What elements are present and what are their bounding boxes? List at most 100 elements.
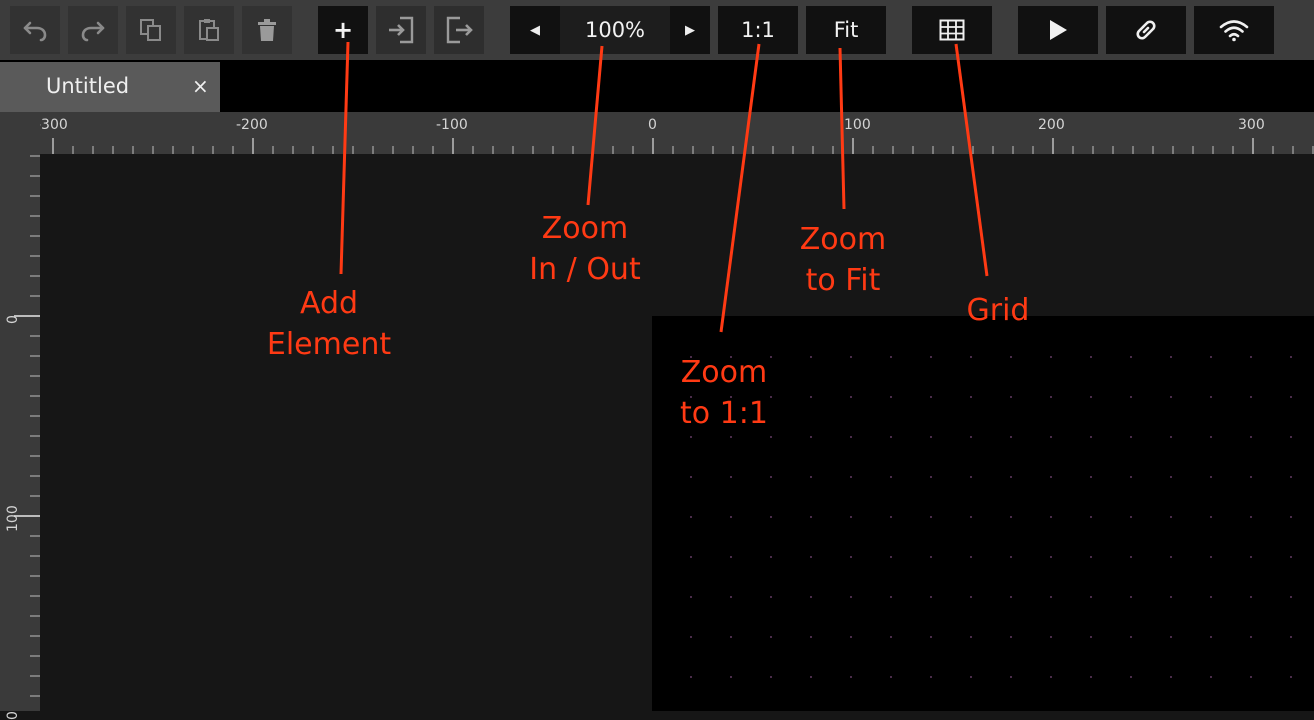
link-button[interactable] xyxy=(1106,6,1186,54)
redo-button[interactable] xyxy=(68,6,118,54)
add-element-button[interactable]: + xyxy=(318,6,368,54)
close-icon[interactable]: × xyxy=(192,74,209,98)
grid-dot xyxy=(1170,396,1172,398)
grid-dot xyxy=(730,436,732,438)
grid-dot xyxy=(810,436,812,438)
ruler-label: 200 xyxy=(1038,117,1065,133)
grid-dot xyxy=(930,356,932,358)
grid-dot xyxy=(970,596,972,598)
grid-dot xyxy=(850,476,852,478)
grid-dot xyxy=(810,596,812,598)
grid-dot xyxy=(1250,436,1252,438)
grid-dot xyxy=(970,556,972,558)
grid-dot xyxy=(850,516,852,518)
zoom-one-to-one-button[interactable]: 1:1 xyxy=(718,6,798,54)
grid-dot xyxy=(1090,596,1092,598)
undo-icon xyxy=(23,21,47,42)
grid-dot xyxy=(850,356,852,358)
grid-dot xyxy=(930,476,932,478)
grid-dot xyxy=(730,556,732,558)
grid-dot xyxy=(1130,556,1132,558)
annotation-text: Zoom xyxy=(799,222,887,257)
tab-title: Untitled xyxy=(46,74,130,98)
zoom-out-button[interactable]: ◀ xyxy=(510,6,560,54)
grid-dot xyxy=(690,476,692,478)
zoom-fit-button[interactable]: Fit xyxy=(806,6,886,54)
grid-dot xyxy=(930,676,932,678)
grid-dot xyxy=(1050,636,1052,638)
grid-dot xyxy=(1050,596,1052,598)
add-label: + xyxy=(332,16,354,44)
grid-dot xyxy=(1090,516,1092,518)
grid-dot xyxy=(690,436,692,438)
grid-button[interactable] xyxy=(912,6,992,54)
grid-dot xyxy=(890,676,892,678)
grid-dot xyxy=(1010,516,1012,518)
grid-dot xyxy=(770,556,772,558)
zoom-control: ◀ 100% ▶ xyxy=(510,6,710,54)
ruler-label: -300 xyxy=(36,117,68,133)
play-button[interactable] xyxy=(1018,6,1098,54)
grid-dot xyxy=(1010,436,1012,438)
paste-button[interactable] xyxy=(184,6,234,54)
grid-dot xyxy=(930,596,932,598)
grid-dot xyxy=(890,636,892,638)
wifi-button[interactable] xyxy=(1194,6,1274,54)
grid-dot xyxy=(970,636,972,638)
grid-dot xyxy=(930,636,932,638)
grid-dot xyxy=(690,676,692,678)
zoom-one-label: 1:1 xyxy=(741,18,775,42)
grid-dot xyxy=(1290,436,1292,438)
grid-dot xyxy=(1210,436,1212,438)
grid-dot xyxy=(1050,396,1052,398)
grid-dot xyxy=(1250,516,1252,518)
grid-dot xyxy=(1250,556,1252,558)
grid-dot xyxy=(1130,396,1132,398)
copy-button[interactable] xyxy=(126,6,176,54)
ruler-label: 300 xyxy=(1238,117,1265,133)
export-button[interactable] xyxy=(434,6,484,54)
grid-dot xyxy=(810,636,812,638)
play-icon xyxy=(1050,20,1067,40)
grid-dot xyxy=(970,476,972,478)
grid-dot xyxy=(1090,356,1092,358)
grid-dot xyxy=(1210,356,1212,358)
grid-dot xyxy=(730,516,732,518)
grid-dot xyxy=(1290,636,1292,638)
grid-dot xyxy=(890,476,892,478)
grid-dot xyxy=(850,596,852,598)
undo-button[interactable] xyxy=(10,6,60,54)
grid-dot xyxy=(1250,596,1252,598)
grid-dot xyxy=(1050,676,1052,678)
grid-dot xyxy=(1130,676,1132,678)
grid-dot xyxy=(1050,556,1052,558)
grid-dot xyxy=(970,396,972,398)
ruler-label: -200 xyxy=(236,117,268,133)
export-icon xyxy=(446,16,473,44)
ruler-corner xyxy=(0,112,40,154)
grid-dot xyxy=(810,356,812,358)
vertical-ruler-ticks xyxy=(14,155,40,697)
grid-dot xyxy=(1010,636,1012,638)
grid-dot xyxy=(770,596,772,598)
zoom-level[interactable]: 100% xyxy=(560,6,670,54)
zoom-in-button[interactable]: ▶ xyxy=(670,6,710,54)
import-icon xyxy=(389,16,414,44)
grid-dot xyxy=(1290,356,1292,358)
grid-dot xyxy=(970,356,972,358)
grid-dot xyxy=(1170,596,1172,598)
import-button[interactable] xyxy=(376,6,426,54)
tab-untitled[interactable]: Untitled × xyxy=(0,62,220,112)
grid-dot xyxy=(1250,356,1252,358)
grid-dot xyxy=(850,556,852,558)
grid-dot xyxy=(1130,596,1132,598)
grid-dot xyxy=(1170,356,1172,358)
delete-button[interactable] xyxy=(242,6,292,54)
grid-dot xyxy=(1050,436,1052,438)
grid-dot xyxy=(1010,476,1012,478)
grid-dot xyxy=(1090,436,1092,438)
grid-dot xyxy=(970,436,972,438)
paste-icon xyxy=(199,19,219,41)
grid-dot xyxy=(1010,596,1012,598)
grid-dot xyxy=(1090,476,1092,478)
